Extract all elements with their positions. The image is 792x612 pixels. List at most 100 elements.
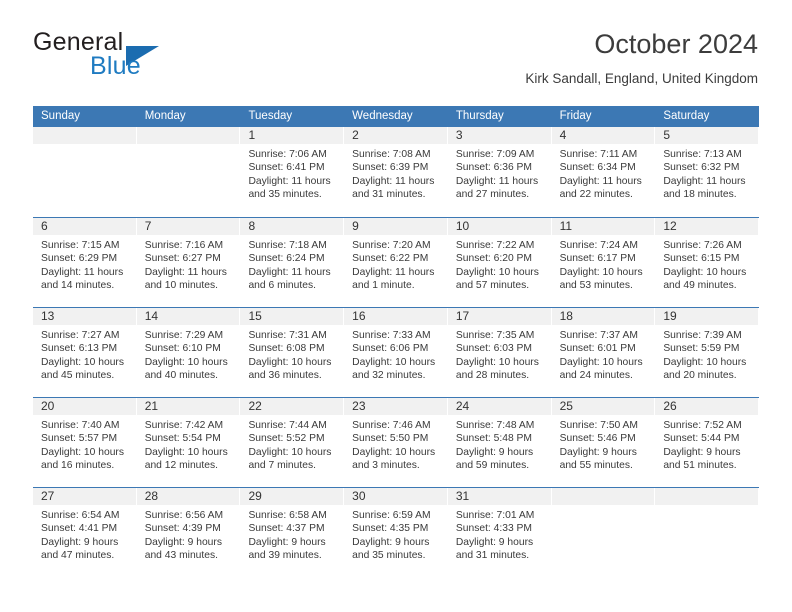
sunset-text: Sunset: 6:41 PM (248, 162, 325, 174)
calendar-day-cell[interactable]: 25 Sunrise: 7:50 AM Sunset: 5:46 PM Dayligh… (551, 398, 656, 487)
brand-logo[interactable]: General Blue (33, 28, 233, 90)
sunrise-text: Sunrise: 7:42 AM (144, 420, 224, 431)
calendar-day-cell[interactable]: 1 Sunrise: 7:06 AM Sunset: 6:41 PM Daylight… (240, 127, 344, 217)
day-details: Sunrise: 7:33 AM Sunset: 6:06 PM Daylight:… (344, 325, 447, 383)
sunset-text: Sunset: 5:44 PM (663, 433, 740, 445)
calendar-day-cell[interactable]: 16 Sunrise: 7:33 AM Sunset: 6:06 PM Dayligh… (344, 308, 448, 397)
sunrise-text: Sunrise: 6:56 AM (144, 510, 224, 521)
sunrise-text: Sunrise: 7:44 AM (248, 420, 327, 431)
weekday-header-friday: Friday (559, 110, 592, 122)
calendar-day-cell[interactable]: 15 Sunrise: 7:31 AM Sunset: 6:08 PM Dayligh… (240, 308, 344, 397)
calendar-day-cell[interactable]: 13 Sunrise: 7:27 AM Sunset: 6:13 PM Dayligh… (33, 308, 137, 397)
calendar-week-row: 13 Sunrise: 7:27 AM Sunset: 6:13 PM Dayligh… (33, 307, 759, 397)
daylight-text-line2: and 12 minutes. (144, 460, 218, 472)
calendar-day-cell[interactable]: 18 Sunrise: 7:37 AM Sunset: 6:01 PM Dayligh… (551, 308, 656, 397)
daylight-text-line2: and 16 minutes. (41, 460, 115, 472)
day-details: Sunrise: 6:54 AM Sunset: 4:41 PM Daylight:… (33, 505, 136, 563)
calendar-day-cell[interactable]: 24 Sunrise: 7:48 AM Sunset: 5:48 PM Dayligh… (447, 398, 552, 487)
day-details: Sunrise: 7:06 AM Sunset: 6:41 PM Daylight:… (240, 144, 343, 202)
day-number: 14 (136, 308, 240, 325)
calendar-day-cell[interactable]: 30 Sunrise: 6:59 AM Sunset: 4:35 PM Dayligh… (344, 488, 448, 577)
calendar-day-cell[interactable]: 11 Sunrise: 7:24 AM Sunset: 6:17 PM Dayligh… (551, 218, 656, 307)
day-number: 3 (447, 127, 551, 144)
calendar-day-cell[interactable]: 29 Sunrise: 6:58 AM Sunset: 4:37 PM Dayligh… (240, 488, 344, 577)
calendar-day-cell[interactable]: 19 Sunrise: 7:39 AM Sunset: 5:59 PM Dayligh… (655, 308, 759, 397)
day-details: Sunrise: 6:58 AM Sunset: 4:37 PM Daylight:… (240, 505, 343, 563)
calendar-day-cell-empty (551, 488, 656, 577)
brand-name-bottom: Blue (90, 52, 141, 80)
calendar-day-cell[interactable]: 2 Sunrise: 7:08 AM Sunset: 6:39 PM Daylight… (344, 127, 448, 217)
day-number: 9 (344, 218, 447, 235)
sunset-text: Sunset: 6:22 PM (352, 253, 429, 265)
page-title: October 2024 (594, 29, 758, 59)
day-number: 31 (447, 488, 551, 505)
calendar-day-cell[interactable]: 6 Sunrise: 7:15 AM Sunset: 6:29 PM Daylight… (33, 218, 137, 307)
calendar-day-cell[interactable]: 8 Sunrise: 7:18 AM Sunset: 6:24 PM Daylight… (240, 218, 344, 307)
page-subtitle: Kirk Sandall, England, United Kingdom (525, 71, 758, 86)
calendar-week-row: 1 Sunrise: 7:06 AM Sunset: 6:41 PM Daylight… (33, 127, 759, 217)
daylight-text-line2: and 40 minutes. (144, 370, 218, 382)
daylight-text-line1: Daylight: 10 hours (352, 446, 436, 458)
daylight-text-line1: Daylight: 11 hours (559, 175, 642, 187)
sunrise-text: Sunrise: 7:35 AM (455, 330, 535, 341)
calendar-day-cell[interactable]: 5 Sunrise: 7:13 AM Sunset: 6:32 PM Daylight… (655, 127, 759, 217)
day-details: Sunrise: 7:18 AM Sunset: 6:24 PM Daylight:… (240, 235, 343, 293)
sunrise-text: Sunrise: 7:37 AM (559, 330, 639, 341)
calendar-day-cell[interactable]: 17 Sunrise: 7:35 AM Sunset: 6:03 PM Dayligh… (447, 308, 552, 397)
calendar-day-cell[interactable]: 27 Sunrise: 6:54 AM Sunset: 4:41 PM Dayligh… (33, 488, 137, 577)
sunset-text: Sunset: 6:01 PM (559, 343, 636, 355)
calendar-day-cell[interactable]: 28 Sunrise: 6:56 AM Sunset: 4:39 PM Dayligh… (136, 488, 241, 577)
day-number (136, 127, 240, 144)
calendar-day-cell[interactable]: 3 Sunrise: 7:09 AM Sunset: 6:36 PM Daylight… (447, 127, 552, 217)
daylight-text-line2: and 59 minutes. (455, 460, 530, 472)
sunset-text: Sunset: 6:10 PM (144, 343, 221, 355)
day-number: 18 (551, 308, 655, 325)
day-number: 15 (240, 308, 344, 325)
day-number: 7 (136, 218, 240, 235)
daylight-text-line1: Daylight: 11 hours (144, 266, 227, 278)
calendar-day-cell[interactable]: 21 Sunrise: 7:42 AM Sunset: 5:54 PM Dayligh… (136, 398, 241, 487)
sunrise-text: Sunrise: 7:20 AM (352, 240, 431, 251)
calendar-week-row: 20 Sunrise: 7:40 AM Sunset: 5:57 PM Dayligh… (33, 397, 759, 487)
day-number: 24 (447, 398, 551, 415)
daylight-text-line2: and 55 minutes. (559, 460, 633, 472)
calendar-day-cell[interactable]: 4 Sunrise: 7:11 AM Sunset: 6:34 PM Daylight… (551, 127, 656, 217)
daylight-text-line1: Daylight: 10 hours (663, 356, 747, 368)
day-details: Sunrise: 7:52 AM Sunset: 5:44 PM Daylight:… (655, 415, 758, 473)
weekday-header-monday: Monday (144, 110, 186, 122)
calendar-day-cell[interactable]: 12 Sunrise: 7:26 AM Sunset: 6:15 PM Dayligh… (655, 218, 759, 307)
day-details: Sunrise: 7:16 AM Sunset: 6:27 PM Daylight:… (137, 235, 240, 293)
sunset-text: Sunset: 6:06 PM (352, 343, 429, 355)
daylight-text-line2: and 35 minutes. (352, 550, 426, 562)
calendar-day-cell[interactable]: 9 Sunrise: 7:20 AM Sunset: 6:22 PM Daylight… (344, 218, 448, 307)
daylight-text-line2: and 45 minutes. (41, 370, 115, 382)
day-details: Sunrise: 7:35 AM Sunset: 6:03 PM Daylight:… (448, 325, 551, 383)
sunset-text: Sunset: 6:13 PM (41, 343, 118, 355)
daylight-text-line2: and 1 minute. (352, 280, 415, 292)
calendar-day-cell[interactable]: 26 Sunrise: 7:52 AM Sunset: 5:44 PM Dayligh… (655, 398, 759, 487)
calendar-day-cell[interactable]: 22 Sunrise: 7:44 AM Sunset: 5:52 PM Dayligh… (240, 398, 344, 487)
sunset-text: Sunset: 6:03 PM (455, 343, 533, 355)
calendar-day-cell[interactable]: 23 Sunrise: 7:46 AM Sunset: 5:50 PM Dayligh… (344, 398, 448, 487)
calendar-day-cell[interactable]: 10 Sunrise: 7:22 AM Sunset: 6:20 PM Dayligh… (447, 218, 552, 307)
calendar-day-cell[interactable]: 7 Sunrise: 7:16 AM Sunset: 6:27 PM Daylight… (136, 218, 241, 307)
sunset-text: Sunset: 4:41 PM (41, 523, 118, 535)
daylight-text-line2: and 27 minutes. (455, 189, 530, 201)
calendar-grid: Sunday Monday Tuesday Wednesday Thursday Frid… (33, 106, 759, 577)
calendar-day-cell[interactable]: 20 Sunrise: 7:40 AM Sunset: 5:57 PM Dayligh… (33, 398, 137, 487)
title-block: October 2024 Kirk Sandall, England, Unit… (525, 28, 758, 87)
day-details: Sunrise: 7:44 AM Sunset: 5:52 PM Daylight:… (240, 415, 343, 473)
weekday-header-tuesday: Tuesday (248, 110, 293, 122)
day-details: Sunrise: 7:11 AM Sunset: 6:34 PM Daylight:… (552, 144, 655, 202)
calendar-day-cell[interactable]: 31 Sunrise: 7:01 AM Sunset: 4:33 PM Dayligh… (447, 488, 552, 577)
daylight-text-line1: Daylight: 10 hours (248, 356, 332, 368)
day-number: 4 (551, 127, 655, 144)
calendar-day-cell[interactable]: 14 Sunrise: 7:29 AM Sunset: 6:10 PM Dayligh… (136, 308, 241, 397)
daylight-text-line2: and 51 minutes. (663, 460, 737, 472)
calendar-week-row: 6 Sunrise: 7:15 AM Sunset: 6:29 PM Daylight… (33, 217, 759, 307)
sunset-text: Sunset: 4:39 PM (144, 523, 221, 535)
day-number: 17 (447, 308, 551, 325)
day-number (655, 488, 759, 505)
day-number: 13 (33, 308, 136, 325)
day-number: 30 (344, 488, 447, 505)
